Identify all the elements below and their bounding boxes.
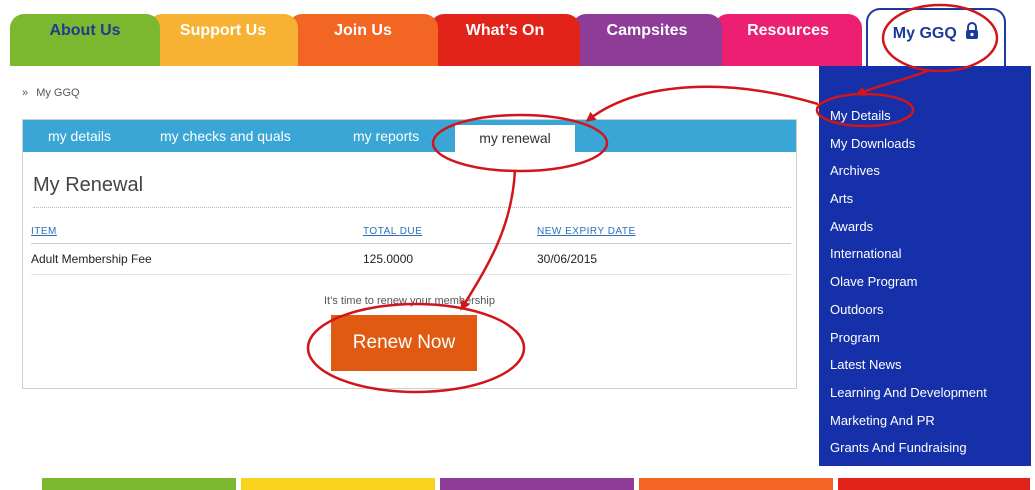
tab-my-renewal[interactable]: my renewal bbox=[455, 125, 575, 152]
annotation-arrow-details-to-renewal bbox=[585, 85, 819, 122]
menu-item-international[interactable]: International bbox=[819, 240, 1031, 268]
renewal-table: ITEM TOTAL DUE NEW EXPIRY DATE Adult Mem… bbox=[31, 226, 791, 275]
menu-item-my-details[interactable]: My Details bbox=[819, 102, 1031, 130]
footer-bar-green bbox=[42, 478, 236, 490]
nav-tab-label: My GGQ bbox=[892, 25, 957, 42]
nav-tab-label: Resources bbox=[747, 22, 829, 39]
menu-item-learning-and-development[interactable]: Learning And Development bbox=[819, 379, 1031, 407]
menu-item-arts[interactable]: Arts bbox=[819, 185, 1031, 213]
footer-color-bars bbox=[0, 478, 1035, 490]
cell-new-expiry-date: 30/06/2015 bbox=[537, 243, 791, 275]
menu-item-olave-program[interactable]: Olave Program bbox=[819, 268, 1031, 296]
tab-my-checks-and-quals[interactable]: my checks and quals bbox=[160, 120, 291, 152]
nav-tab-label: About Us bbox=[49, 22, 121, 39]
table-row: Adult Membership Fee 125.0000 30/06/2015 bbox=[31, 243, 791, 275]
renewal-panel: my details my checks and quals my report… bbox=[22, 119, 797, 389]
nav-tab-whats-on[interactable]: What’s On bbox=[430, 14, 580, 66]
nav-tab-label: Join Us bbox=[334, 22, 392, 39]
menu-item-program[interactable]: Program bbox=[819, 324, 1031, 352]
nav-tab-my-ggq[interactable]: My GGQ bbox=[866, 8, 1006, 66]
menu-item-awards[interactable]: Awards bbox=[819, 213, 1031, 241]
menu-list: My Details My Downloads Archives Arts Aw… bbox=[819, 66, 1031, 462]
footer-bar-purple bbox=[440, 478, 634, 490]
nav-tab-support-us[interactable]: Support Us bbox=[148, 14, 298, 66]
my-ggq-dropdown-menu: My Details My Downloads Archives Arts Aw… bbox=[819, 66, 1031, 466]
menu-item-my-downloads[interactable]: My Downloads bbox=[819, 130, 1031, 158]
menu-item-marketing-and-pr[interactable]: Marketing And PR bbox=[819, 407, 1031, 435]
footer-bar-red bbox=[838, 478, 1030, 490]
cell-item: Adult Membership Fee bbox=[31, 243, 363, 275]
menu-item-latest-news[interactable]: Latest News bbox=[819, 351, 1031, 379]
nav-tab-about-us[interactable]: About Us bbox=[10, 14, 160, 66]
account-tab-bar: my details my checks and quals my report… bbox=[23, 120, 796, 152]
renewal-message: It’s time to renew your membership bbox=[324, 295, 495, 307]
nav-tab-resources[interactable]: Resources bbox=[714, 14, 862, 66]
breadcrumb-current[interactable]: My GGQ bbox=[36, 87, 79, 99]
tab-my-details[interactable]: my details bbox=[48, 120, 111, 152]
column-header-new-expiry-date[interactable]: NEW EXPIRY DATE bbox=[537, 226, 791, 244]
page-title: My Renewal bbox=[33, 174, 791, 208]
breadcrumb-separator: » bbox=[22, 87, 29, 99]
table-header-row: ITEM TOTAL DUE NEW EXPIRY DATE bbox=[31, 226, 791, 244]
menu-item-grants-and-fundraising[interactable]: Grants And Fundraising bbox=[819, 434, 1031, 462]
column-header-total-due[interactable]: TOTAL DUE bbox=[363, 226, 537, 244]
nav-tab-campsites[interactable]: Campsites bbox=[572, 14, 722, 66]
cell-total-due: 125.0000 bbox=[363, 243, 537, 275]
nav-tab-label: What’s On bbox=[465, 22, 545, 39]
nav-tab-label: Support Us bbox=[179, 22, 267, 39]
footer-bar-yellow bbox=[241, 478, 435, 490]
column-header-item[interactable]: ITEM bbox=[31, 226, 363, 244]
menu-item-outdoors[interactable]: Outdoors bbox=[819, 296, 1031, 324]
footer-bar-orange bbox=[639, 478, 833, 490]
top-navigation: About Us Support Us Join Us What’s On Ca… bbox=[0, 0, 1035, 66]
nav-tab-label: Campsites bbox=[606, 22, 688, 39]
lock-icon bbox=[965, 22, 979, 45]
renew-now-button[interactable]: Renew Now bbox=[331, 315, 477, 371]
nav-tab-join-us[interactable]: Join Us bbox=[288, 14, 438, 66]
breadcrumb: » My GGQ bbox=[22, 87, 80, 99]
menu-item-archives[interactable]: Archives bbox=[819, 157, 1031, 185]
tab-my-reports[interactable]: my reports bbox=[353, 120, 419, 152]
